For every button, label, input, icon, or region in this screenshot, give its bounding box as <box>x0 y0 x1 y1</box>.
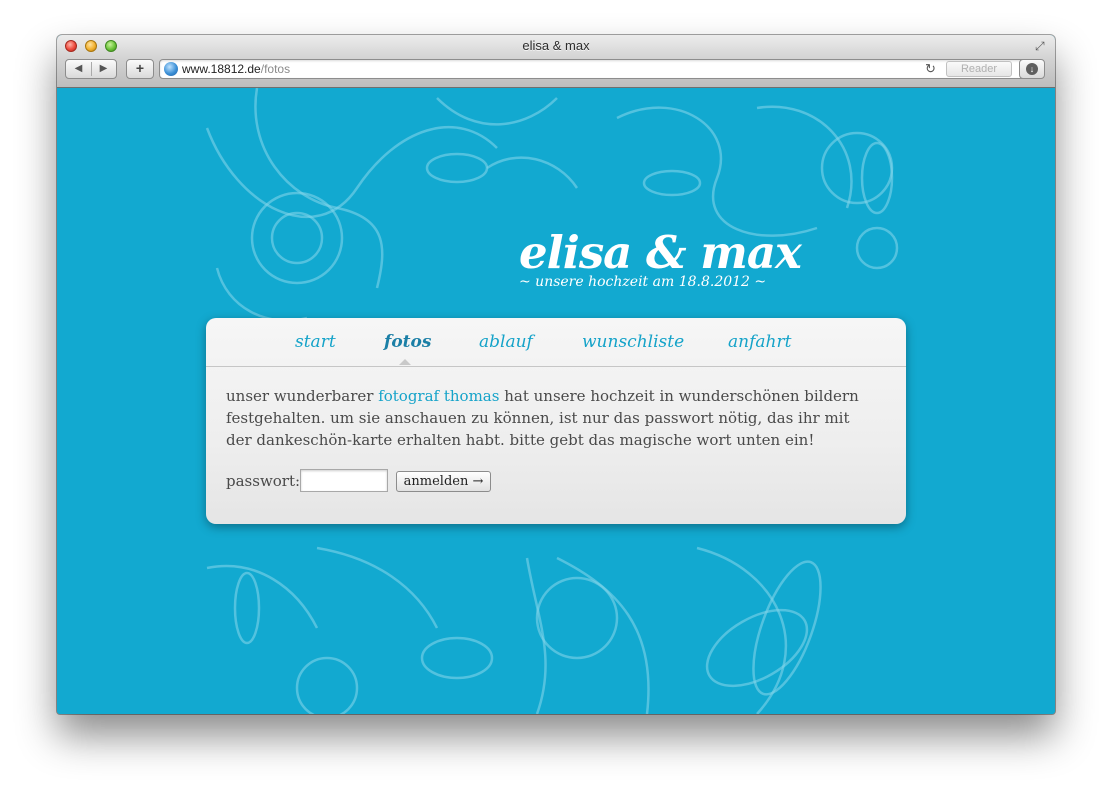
url-text[interactable]: www.18812.de/fotos <box>182 62 290 76</box>
active-nav-marker <box>399 359 411 365</box>
browser-window: elisa & max ⤢ ◀ ▶ + www.18812.de/fotos ↻ … <box>57 35 1055 714</box>
add-tab-button[interactable]: + <box>126 59 154 79</box>
nav-anfahrt[interactable]: anfahrt <box>728 332 791 352</box>
page-content: elisa & max ~ unsere hochzeit am 18.8.20… <box>57 88 1055 714</box>
content-panel: start fotos ablauf wunschliste anfahrt u… <box>206 318 906 524</box>
login-button[interactable]: anmelden → <box>396 471 491 492</box>
password-input[interactable] <box>300 469 388 492</box>
intro-text: unser wunderbarer fotograf thomas hat un… <box>226 385 876 451</box>
url-path: /fotos <box>260 62 291 76</box>
nav-ablauf[interactable]: ablauf <box>479 332 533 352</box>
globe-icon <box>164 62 178 76</box>
main-nav: start fotos ablauf wunschliste anfahrt <box>206 318 906 367</box>
intro-text-before: unser wunderbarer <box>226 387 379 405</box>
forward-icon[interactable]: ▶ <box>91 60 116 78</box>
fullscreen-icon[interactable]: ⤢ <box>1035 39 1049 53</box>
reload-icon[interactable]: ↻ <box>925 61 936 77</box>
back-icon[interactable]: ◀ <box>66 60 91 78</box>
window-title: elisa & max <box>522 38 590 53</box>
downloads-button[interactable]: ↓ <box>1019 59 1045 79</box>
photographer-link[interactable]: fotograf thomas <box>378 387 499 405</box>
back-forward-buttons: ◀ ▶ <box>65 59 117 79</box>
site-title: elisa & max <box>519 226 802 279</box>
url-host: www.18812.de <box>182 62 261 76</box>
nav-wunschliste[interactable]: wunschliste <box>582 332 684 352</box>
site-subtitle: ~ unsere hochzeit am 18.8.2012 ~ <box>519 274 767 290</box>
nav-fotos[interactable]: fotos <box>384 332 431 352</box>
password-label: passwort: <box>226 472 301 490</box>
download-icon: ↓ <box>1026 63 1038 75</box>
address-bar[interactable]: www.18812.de/fotos ↻ Reader <box>159 59 1039 79</box>
reader-button[interactable]: Reader <box>946 61 1012 77</box>
divider <box>91 62 92 76</box>
title-bar: elisa & max ⤢ ◀ ▶ + www.18812.de/fotos ↻ … <box>57 35 1055 88</box>
nav-start[interactable]: start <box>295 332 336 352</box>
